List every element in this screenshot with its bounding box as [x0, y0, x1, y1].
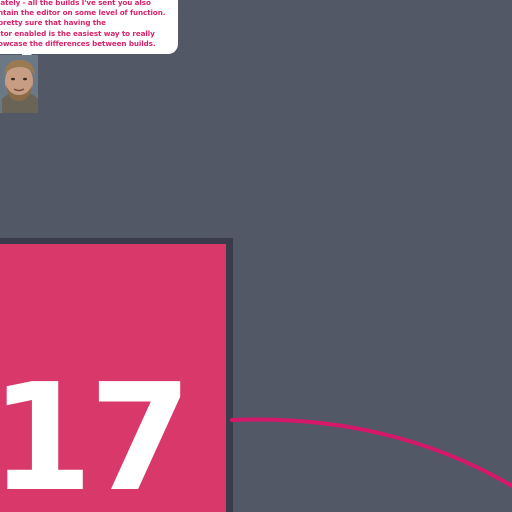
- avatar: [0, 55, 38, 113]
- speech-bubble-line: owcase the differences between builds.: [0, 38, 156, 48]
- speech-bubble-line: lately - all the builds I've sent you al…: [0, 0, 151, 7]
- speech-bubble-line: pretty sure that having the: [0, 18, 106, 28]
- level-number: 17: [0, 352, 192, 512]
- level-card[interactable]: 17: [0, 244, 226, 512]
- avatar-portrait: [0, 55, 38, 113]
- speech-bubble: lately - all the builds I've sent you al…: [0, 0, 178, 64]
- speech-bubble-line: ntain the editor on some level of functi…: [0, 8, 166, 18]
- level-panel: 17: [0, 238, 233, 512]
- speech-bubble-line: itor enabled is the easiest way to reall…: [0, 28, 155, 38]
- game-screen: lately - all the builds I've sent you al…: [0, 0, 512, 512]
